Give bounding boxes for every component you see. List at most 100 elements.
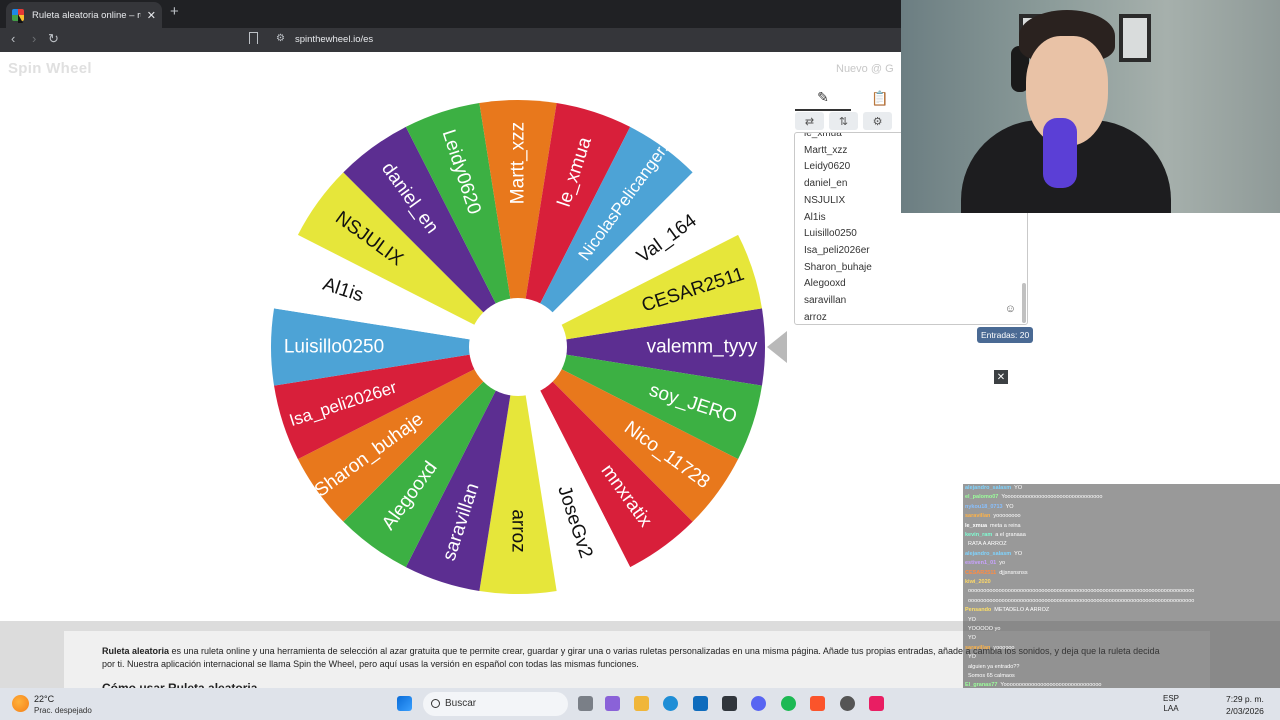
- wheel-hub[interactable]: [469, 298, 567, 396]
- input-language[interactable]: ESP LAA: [1163, 694, 1179, 714]
- back-button[interactable]: ‹: [11, 31, 15, 46]
- tab-close-icon[interactable]: ✕: [147, 9, 156, 22]
- store-icon[interactable]: [722, 696, 737, 711]
- reload-button[interactable]: ↻: [48, 31, 59, 47]
- bookmark-icon[interactable]: [249, 32, 258, 44]
- webcam-overlay: [901, 0, 1280, 213]
- chat-message: YO: [965, 654, 976, 660]
- forward-button[interactable]: ›: [32, 31, 36, 46]
- task-view-icon[interactable]: [578, 696, 593, 711]
- chat-message: nykou18_0713 YO: [965, 504, 1014, 510]
- chat-text: djjsnsnsnss: [999, 569, 1028, 576]
- browser-tab[interactable]: Ruleta aleatoria online – ruleta d ✕: [6, 2, 162, 28]
- chat-message: el_palomo07 Yoooooooooooooooooooooooooooo…: [965, 494, 1102, 500]
- obs-icon[interactable]: [840, 696, 855, 711]
- article-lead: Ruleta aleatoria: [102, 646, 170, 656]
- clock-time: 7:29 p. m.: [1226, 694, 1264, 704]
- chat-username: saravillan: [965, 513, 991, 520]
- brave-icon[interactable]: [810, 696, 825, 711]
- chat-username: kiwi_2020: [965, 579, 991, 585]
- chat-message: Pensando METADELO A ARROZ: [965, 607, 1049, 613]
- chat-username: Pensando: [965, 607, 992, 614]
- chat-text: oooooooooooooooooooooooooooooooooooooooo…: [968, 597, 1195, 604]
- taskbar-search[interactable]: Buscar: [423, 692, 568, 716]
- entry-line: arroz: [804, 311, 827, 323]
- discord-icon[interactable]: [751, 696, 766, 711]
- chat-message: RATA A ARROZ: [965, 541, 1007, 547]
- chat-message: YO: [965, 617, 976, 623]
- entry-line: Alegooxd: [804, 278, 846, 290]
- edit-tab[interactable]: ✎: [795, 86, 851, 111]
- chat-text: a el granaaa: [995, 532, 1026, 538]
- wheel-slice-label: Martt_xzz: [508, 122, 529, 204]
- mouse-cursor-icon: [18, 14, 23, 23]
- site-info-icon[interactable]: ⚙: [276, 33, 285, 44]
- entry-line: le_xmua: [804, 132, 842, 139]
- weather-icon[interactable]: [12, 695, 29, 712]
- chat-text: YO: [968, 635, 976, 642]
- entry-line: Martt_xzz: [804, 144, 848, 156]
- outlook-icon[interactable]: [693, 696, 708, 711]
- lang-code: ESP: [1163, 694, 1180, 703]
- wheel-slice-label: Luisillo0250: [284, 337, 384, 358]
- chat-username: kevin_ram: [965, 532, 993, 538]
- chat-message: estiven1_01 yo: [965, 560, 1005, 566]
- wall-frame: [1119, 14, 1151, 62]
- chat-text: alguien ya entrado??: [968, 663, 1020, 670]
- tab-title: Ruleta aleatoria online – ruleta d: [32, 9, 141, 21]
- chat-message: oooooooooooooooooooooooooooooooooooooooo…: [965, 598, 1194, 604]
- chat-text: YO: [968, 616, 976, 623]
- results-tab[interactable]: 📋: [865, 86, 895, 111]
- chat-message: saravillan yoooooo: [965, 645, 1015, 651]
- chat-message: saravillan yoooooooo: [965, 513, 1021, 519]
- chat-text: Yoooooooooooooooooooooooooooooooo: [1001, 494, 1103, 501]
- chat-message: alejandro_salasm YO: [965, 485, 1022, 491]
- chat-text: YO: [1014, 550, 1023, 557]
- chat-message: alejandro_salasm YO: [965, 551, 1022, 557]
- top-links[interactable]: Nuevo @ G: [836, 63, 894, 75]
- copilot-icon[interactable]: [605, 696, 620, 711]
- chat-username: alejandro_salasm: [965, 485, 1012, 491]
- shuffle-button[interactable]: ⇄: [795, 112, 824, 130]
- wheel-pointer-icon: [767, 331, 787, 363]
- chat-message: kevin_ram a el granaaa: [965, 532, 1026, 538]
- chat-message: alguien ya entrado??: [965, 664, 1019, 670]
- chat-username: estiven1_01: [965, 560, 997, 567]
- chat-text: YO: [1005, 503, 1014, 510]
- entry-line: daniel_en: [804, 178, 848, 190]
- file-explorer-icon[interactable]: [634, 696, 649, 711]
- chat-message: oooooooooooooooooooooooooooooooooooooooo…: [965, 588, 1194, 594]
- pencil-icon: ✎: [817, 89, 829, 105]
- spotify-icon[interactable]: [781, 696, 796, 711]
- tiktok-icon[interactable]: [869, 696, 884, 711]
- search-icon: [431, 699, 440, 708]
- chat-text: YOOOOO yo: [968, 626, 1001, 632]
- settings-button[interactable]: ⚙: [863, 112, 892, 130]
- new-tab-button[interactable]: +: [170, 3, 179, 20]
- address-bar[interactable]: spinthewheel.io/es: [295, 34, 373, 45]
- weather-temp[interactable]: 22°C: [34, 694, 54, 704]
- chat-message: le_xmua meta a reina: [965, 523, 1021, 529]
- weather-desc[interactable]: Prac. despejado: [34, 706, 92, 715]
- entries-scrollbar[interactable]: [1022, 283, 1026, 323]
- chat-text: YO: [968, 654, 976, 661]
- search-label: Buscar: [445, 698, 477, 709]
- chat-text: Somos 65 calmaos: [968, 673, 1015, 679]
- edge-icon[interactable]: [663, 696, 678, 711]
- entry-line: NSJULIX: [804, 194, 846, 206]
- taskbar-clock[interactable]: 7:29 p. m. 2/03/2026: [1226, 693, 1264, 717]
- emoji-icon[interactable]: ☺: [1005, 303, 1016, 315]
- windows-start-icon[interactable]: [397, 696, 412, 711]
- chat-username: CESAR2511: [965, 569, 997, 576]
- chat-text: METADELO A ARROZ: [994, 607, 1050, 614]
- close-ad-button[interactable]: ✕: [994, 370, 1008, 384]
- chat-overlay: alejandro_salasm YO el_palomo07 Yoooooooooo…: [963, 484, 1280, 720]
- chat-text: oooooooooooooooooooooooooooooooooooooooo…: [968, 588, 1195, 595]
- sort-button[interactable]: ⇅: [829, 112, 858, 130]
- chat-message: YOOOOO yo: [965, 626, 1000, 632]
- entry-line: Sharon_buhaje: [804, 261, 872, 273]
- clock-date: 2/03/2026: [1226, 706, 1264, 716]
- spin-wheel[interactable]: valemm_tyyysoy_JERONico_11728mnxratixJos…: [0, 52, 800, 621]
- clipboard-icon: 📋: [871, 90, 889, 106]
- chat-message: YO: [965, 635, 976, 641]
